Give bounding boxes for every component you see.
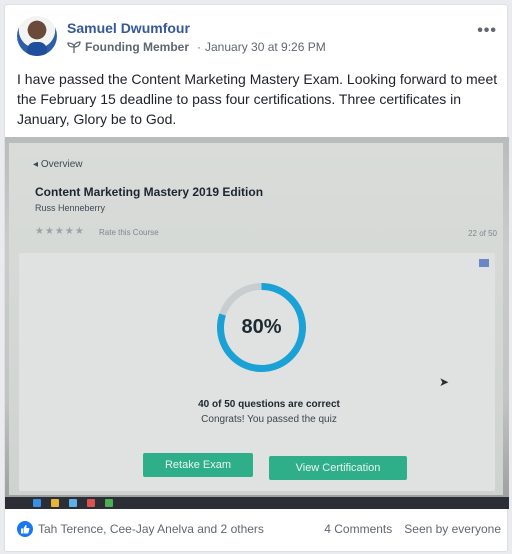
more-options-icon[interactable]: ••• (477, 22, 497, 40)
view-certification-button: View Certification (269, 456, 407, 480)
meta-separator: · (197, 40, 201, 54)
post-text: I have passed the Content Marketing Mast… (17, 71, 498, 127)
author-name[interactable]: Samuel Dwumfour (67, 20, 190, 36)
member-badge: Founding Member (85, 40, 189, 54)
avatar[interactable] (17, 16, 57, 56)
photo-screen: ◂ Overview Content Marketing Mastery 201… (9, 143, 503, 495)
correct-count: 40 of 50 questions are correct (198, 399, 340, 410)
course-title: Content Marketing Mastery 2019 Edition (35, 185, 264, 199)
progress-count: 22 of 50 (468, 229, 497, 238)
taskbar-icon (51, 499, 59, 507)
post-footer: Tah Terence, Cee-Jay Anelva and 2 others… (17, 515, 501, 543)
retake-exam-button: Retake Exam (143, 453, 253, 477)
course-author: Russ Henneberry (35, 203, 106, 213)
taskbar-icon (87, 499, 95, 507)
taskbar-icon (33, 499, 41, 507)
rating-stars: ★★★★★ (35, 226, 85, 237)
post-timestamp[interactable]: January 30 at 9:26 PM (205, 40, 326, 54)
flag-icon (479, 259, 489, 267)
post-photo[interactable]: ◂ Overview Content Marketing Mastery 201… (5, 137, 509, 509)
post-header: Samuel Dwumfour Founding Member · Januar… (17, 16, 497, 64)
post-meta: Founding Member · January 30 at 9:26 PM (67, 40, 326, 54)
sprout-icon (67, 41, 81, 53)
overview-link: ◂ Overview (33, 159, 83, 170)
score-percent: 80% (241, 316, 282, 338)
overview-label: Overview (40, 159, 83, 170)
mouse-cursor-icon: ➤ (439, 375, 450, 389)
back-arrow-icon: ◂ (33, 159, 41, 170)
taskbar-icon (105, 499, 113, 507)
post-card: Samuel Dwumfour Founding Member · Januar… (4, 4, 509, 552)
comments-link[interactable]: 4 Comments (324, 522, 392, 536)
congrats-text: Congrats! You passed the quiz (201, 414, 337, 425)
taskbar-icon (69, 499, 77, 507)
seen-by-label[interactable]: Seen by everyone (404, 522, 501, 536)
reactors-link[interactable]: Tah Terence, Cee-Jay Anelva and 2 others (38, 522, 264, 536)
taskbar (5, 497, 509, 509)
rate-course-label: Rate this Course (99, 228, 159, 237)
like-icon[interactable] (17, 521, 33, 537)
